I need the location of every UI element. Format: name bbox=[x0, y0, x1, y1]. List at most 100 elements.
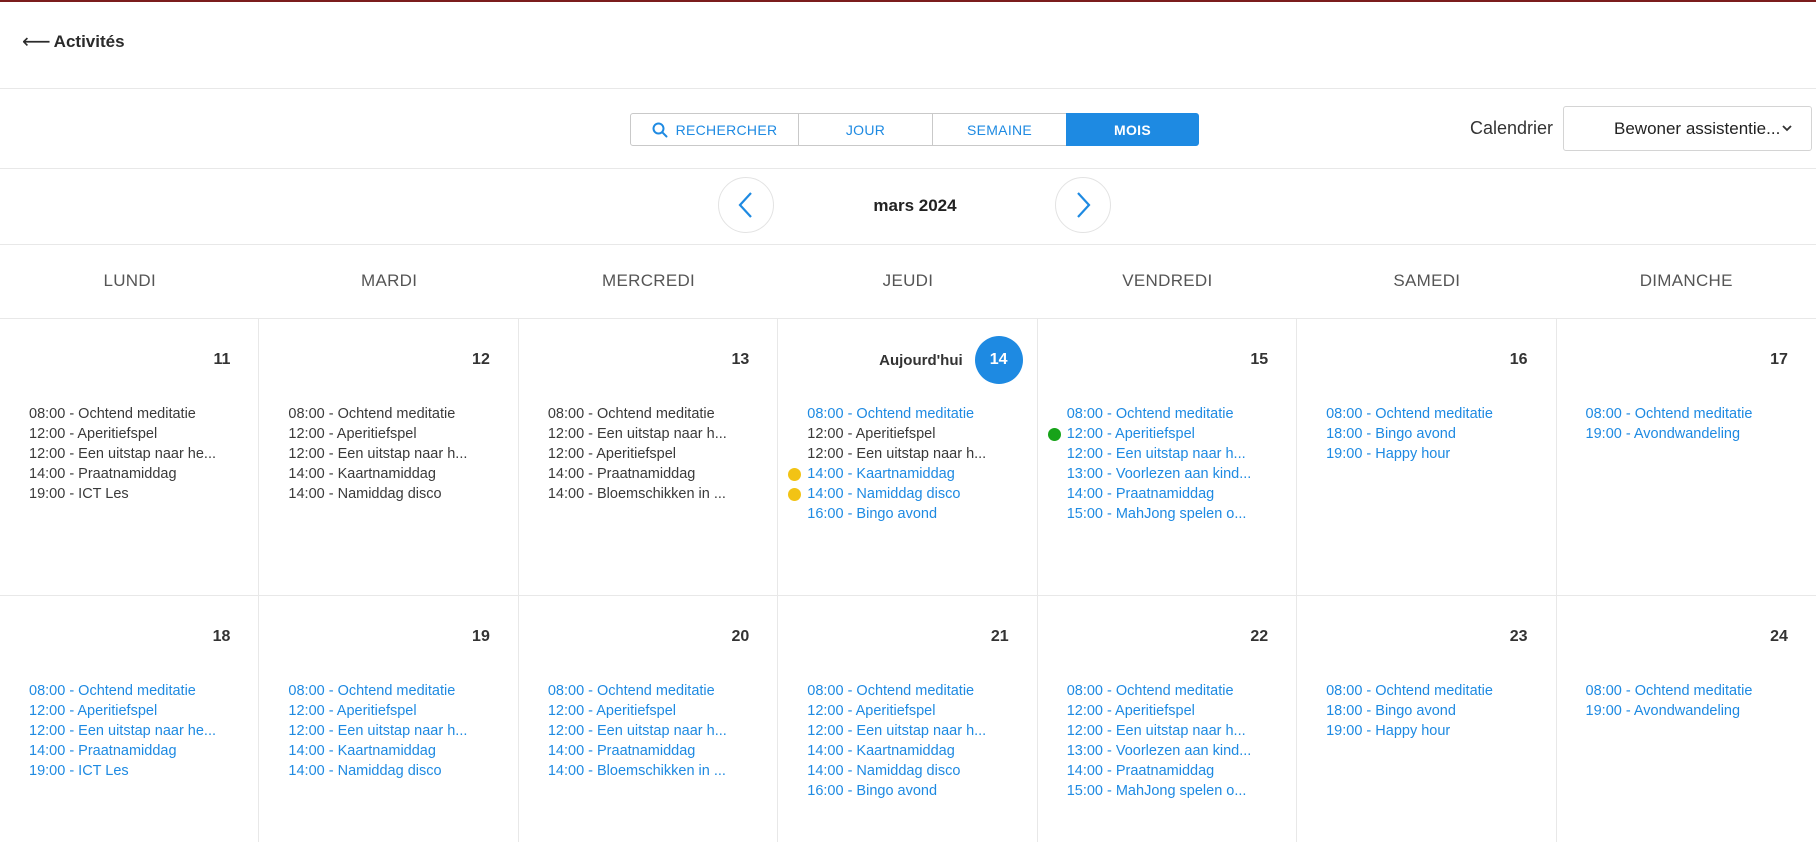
event-item[interactable]: 12:00 - Aperitiefspel bbox=[807, 701, 1022, 721]
event-item[interactable]: 12:00 - Aperitiefspel bbox=[288, 701, 503, 721]
event-item[interactable]: 08:00 - Ochtend meditatie bbox=[288, 404, 503, 424]
today-date-number: 14 bbox=[974, 336, 1023, 384]
day-cell[interactable]: 17 08:00 - Ochtend meditatie 19:00 - Avond… bbox=[1557, 319, 1816, 595]
event-item[interactable]: 14:00 - Namiddag disco bbox=[288, 484, 503, 504]
day-cell[interactable]: 20 08:00 - Ochtend meditatie 12:00 - Aperi… bbox=[519, 596, 779, 842]
event-item[interactable]: 14:00 - Praatnamiddag bbox=[29, 741, 244, 761]
event-item[interactable]: 08:00 - Ochtend meditatie bbox=[1326, 681, 1541, 701]
event-item[interactable]: 08:00 - Ochtend meditatie bbox=[1067, 404, 1282, 424]
event-item[interactable]: 16:00 - Bingo avond bbox=[807, 504, 1022, 524]
event-item[interactable]: 08:00 - Ochtend meditatie bbox=[288, 681, 503, 701]
month-view-button[interactable]: MOIS bbox=[1066, 113, 1199, 146]
event-item[interactable]: 08:00 - Ochtend meditatie bbox=[29, 681, 244, 701]
event-item[interactable]: 14:00 - Bloemschikken in ... bbox=[548, 484, 763, 504]
event-item[interactable]: 14:00 - Praatnamiddag bbox=[29, 464, 244, 484]
event-item[interactable]: 12:00 - Aperitiefspel bbox=[807, 424, 1022, 444]
event-item[interactable]: 08:00 - Ochtend meditatie bbox=[548, 681, 763, 701]
event-item[interactable]: 14:00 - Kaartnamiddag bbox=[288, 741, 503, 761]
event-item[interactable]: 14:00 - Praatnamiddag bbox=[1067, 761, 1282, 781]
event-item[interactable]: 14:00 - Namiddag disco bbox=[807, 484, 1022, 504]
event-item[interactable]: 12:00 - Aperitiefspel bbox=[288, 424, 503, 444]
day-cell[interactable]: 16 08:00 - Ochtend meditatie 18:00 - Bingo… bbox=[1297, 319, 1557, 595]
event-item[interactable]: 19:00 - Avondwandeling bbox=[1586, 424, 1801, 444]
event-item[interactable]: 12:00 - Een uitstap naar h... bbox=[1067, 444, 1282, 464]
event-item[interactable]: 08:00 - Ochtend meditatie bbox=[1586, 681, 1801, 701]
event-item[interactable]: 19:00 - Happy hour bbox=[1326, 444, 1541, 464]
event-item[interactable]: 12:00 - Een uitstap naar he... bbox=[29, 721, 244, 741]
event-item[interactable]: 12:00 - Een uitstap naar h... bbox=[548, 424, 763, 444]
event-item[interactable]: 14:00 - Praatnamiddag bbox=[1067, 484, 1282, 504]
day-cell[interactable]: 24 08:00 - Ochtend meditatie 19:00 - Avond… bbox=[1557, 596, 1816, 842]
event-list: 08:00 - Ochtend meditatie 12:00 - Aperiti… bbox=[288, 681, 503, 781]
event-item[interactable]: 12:00 - Een uitstap naar he... bbox=[29, 444, 244, 464]
yellow-status-dot-icon bbox=[788, 467, 802, 481]
event-item[interactable]: 19:00 - ICT Les bbox=[29, 761, 244, 781]
event-item[interactable]: 14:00 - Kaartnamiddag bbox=[288, 464, 503, 484]
event-item[interactable]: 16:00 - Bingo avond bbox=[807, 781, 1022, 801]
previous-month-button[interactable] bbox=[718, 177, 774, 233]
event-item[interactable]: 12:00 - Een uitstap naar h... bbox=[1067, 721, 1282, 741]
event-item[interactable]: 19:00 - Happy hour bbox=[1326, 721, 1541, 741]
calendar-label: Calendrier bbox=[1470, 118, 1554, 138]
week-view-button[interactable]: SEMAINE bbox=[932, 113, 1067, 146]
event-item[interactable]: 15:00 - MahJong spelen o... bbox=[1067, 781, 1282, 801]
event-item[interactable]: 13:00 - Voorlezen aan kind... bbox=[1067, 464, 1282, 484]
event-item[interactable]: 12:00 - Aperitiefspel bbox=[29, 701, 244, 721]
calendar-select[interactable]: Bewoner assistentie... bbox=[1563, 106, 1812, 151]
next-month-button[interactable] bbox=[1055, 177, 1111, 233]
event-item[interactable]: 08:00 - Ochtend meditatie bbox=[29, 404, 244, 424]
day-cell[interactable]: 12 08:00 - Ochtend meditatie 12:00 - Aperi… bbox=[259, 319, 519, 595]
event-item[interactable]: 14:00 - Kaartnamiddag bbox=[807, 464, 1022, 484]
event-item[interactable]: 14:00 - Namiddag disco bbox=[288, 761, 503, 781]
event-item[interactable]: 15:00 - MahJong spelen o... bbox=[1067, 504, 1282, 524]
event-item[interactable]: 12:00 - Aperitiefspel bbox=[1067, 701, 1282, 721]
event-item[interactable]: 13:00 - Voorlezen aan kind... bbox=[1067, 741, 1282, 761]
day-cell[interactable]: 19 08:00 - Ochtend meditatie 12:00 - Aperi… bbox=[259, 596, 519, 842]
event-item[interactable]: 08:00 - Ochtend meditatie bbox=[548, 404, 763, 424]
event-item[interactable]: 12:00 - Een uitstap naar h... bbox=[548, 721, 763, 741]
day-cell[interactable]: Aujourd'hui 14 08:00 - Ochtend meditatie 12… bbox=[778, 319, 1038, 595]
day-cell[interactable]: 22 08:00 - Ochtend meditatie 12:00 - Aperi… bbox=[1038, 596, 1298, 842]
day-cell[interactable]: 11 08:00 - Ochtend meditatie 12:00 - Aperi… bbox=[0, 319, 260, 595]
event-item[interactable]: 08:00 - Ochtend meditatie bbox=[807, 681, 1022, 701]
day-cell[interactable]: 13 08:00 - Ochtend meditatie 12:00 - Een u… bbox=[519, 319, 779, 595]
event-item[interactable]: 12:00 - Een uitstap naar h... bbox=[807, 444, 1022, 464]
event-item[interactable]: 08:00 - Ochtend meditatie bbox=[807, 404, 1022, 424]
event-item[interactable]: 12:00 - Aperitiefspel bbox=[1067, 424, 1282, 444]
event-item[interactable]: 18:00 - Bingo avond bbox=[1326, 424, 1541, 444]
search-view-button[interactable]: RECHERCHER bbox=[630, 113, 799, 146]
event-item[interactable]: 12:00 - Aperitiefspel bbox=[548, 444, 763, 464]
event-list: 08:00 - Ochtend meditatie 12:00 - Aperiti… bbox=[29, 404, 244, 504]
event-item[interactable]: 19:00 - ICT Les bbox=[29, 484, 244, 504]
day-cell[interactable]: 21 08:00 - Ochtend meditatie 12:00 - Aperi… bbox=[778, 596, 1038, 842]
event-item[interactable]: 14:00 - Praatnamiddag bbox=[548, 741, 763, 761]
event-item[interactable]: 12:00 - Een uitstap naar h... bbox=[288, 444, 503, 464]
event-item[interactable]: 14:00 - Bloemschikken in ... bbox=[548, 761, 763, 781]
date-number: 11 bbox=[213, 351, 231, 368]
event-item[interactable]: 12:00 - Een uitstap naar h... bbox=[807, 721, 1022, 741]
day-cell[interactable]: 18 08:00 - Ochtend meditatie 12:00 - Aperi… bbox=[0, 596, 260, 842]
event-item[interactable]: 12:00 - Aperitiefspel bbox=[29, 424, 244, 444]
event-item[interactable]: 18:00 - Bingo avond bbox=[1326, 701, 1541, 721]
chevron-down-icon bbox=[1782, 125, 1792, 132]
event-item[interactable]: 08:00 - Ochtend meditatie bbox=[1326, 404, 1541, 424]
event-item[interactable]: 12:00 - Aperitiefspel bbox=[548, 701, 763, 721]
event-item[interactable]: 19:00 - Avondwandeling bbox=[1586, 701, 1801, 721]
event-item[interactable]: 08:00 - Ochtend meditatie bbox=[1067, 681, 1282, 701]
calendar-toolbar: RECHERCHER JOUR SEMAINE MOIS Calendrier … bbox=[0, 90, 1816, 169]
day-view-button[interactable]: JOUR bbox=[798, 113, 933, 146]
event-item[interactable]: 14:00 - Praatnamiddag bbox=[548, 464, 763, 484]
event-item[interactable]: 14:00 - Namiddag disco bbox=[807, 761, 1022, 781]
back-link[interactable]: ⟵ Activités bbox=[22, 32, 125, 52]
event-item[interactable]: 14:00 - Kaartnamiddag bbox=[807, 741, 1022, 761]
event-list: 08:00 - Ochtend meditatie 12:00 - Aperiti… bbox=[288, 404, 503, 504]
day-cell[interactable]: 15 08:00 - Ochtend meditatie 12:00 - Aperi… bbox=[1038, 319, 1298, 595]
event-item[interactable]: 12:00 - Een uitstap naar h... bbox=[288, 721, 503, 741]
green-status-dot-icon bbox=[1047, 427, 1061, 441]
weekday-label: MERCREDI bbox=[602, 271, 696, 290]
back-arrow-icon: ⟵ bbox=[22, 31, 51, 53]
event-item[interactable]: 08:00 - Ochtend meditatie bbox=[1586, 404, 1801, 424]
day-cell[interactable]: 23 08:00 - Ochtend meditatie 18:00 - Bingo… bbox=[1297, 596, 1557, 842]
event-list: 08:00 - Ochtend meditatie 12:00 - Aperiti… bbox=[548, 681, 763, 781]
date-number: 12 bbox=[472, 351, 490, 368]
